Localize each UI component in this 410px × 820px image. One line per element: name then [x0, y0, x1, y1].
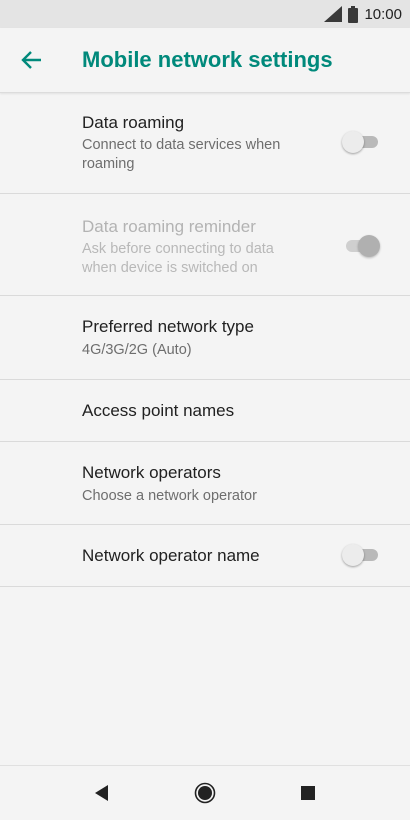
back-arrow-icon: [21, 51, 41, 69]
back-button[interactable]: [16, 44, 48, 76]
setting-title: Network operators: [82, 463, 221, 482]
nav-recents-button[interactable]: [295, 780, 321, 806]
page-title: Mobile network settings: [82, 47, 333, 72]
back-triangle-icon: [95, 785, 108, 801]
setting-title: Network operator name: [82, 546, 260, 565]
setting-summary: Ask before connecting to data when devic…: [82, 241, 274, 276]
setting-preferred-network-type[interactable]: Preferred network type 4G/3G/2G (Auto): [0, 296, 410, 380]
clock: 10:00: [364, 5, 402, 23]
setting-title: Data roaming reminder: [82, 217, 256, 236]
app-bar: Mobile network settings: [0, 28, 410, 93]
setting-access-point-names[interactable]: Access point names: [0, 380, 410, 442]
toggle-thumb: [358, 235, 380, 257]
setting-data-roaming[interactable]: Data roaming Connect to data services wh…: [0, 92, 410, 194]
nav-home-button[interactable]: [192, 780, 218, 806]
settings-list: Data roaming Connect to data services wh…: [0, 92, 410, 587]
data-roaming-toggle[interactable]: [342, 130, 380, 154]
toggle-thumb: [342, 131, 364, 153]
setting-title: Data roaming: [82, 113, 185, 132]
setting-title: Access point names: [82, 401, 235, 420]
setting-data-roaming-reminder: Data roaming reminder Ask before connect…: [0, 194, 410, 296]
toggle-thumb: [342, 544, 364, 566]
data-roaming-reminder-toggle: [342, 234, 380, 258]
battery-icon: [348, 5, 359, 23]
navigation-bar: [0, 765, 410, 820]
setting-summary: Choose a network operator: [82, 488, 257, 504]
signal-icon: [324, 6, 343, 22]
status-icons: 10:00: [324, 4, 402, 24]
setting-summary: 4G/3G/2G (Auto): [82, 342, 192, 358]
network-operator-name-toggle[interactable]: [342, 543, 380, 567]
nav-back-button[interactable]: [89, 780, 115, 806]
home-circle-icon: [194, 782, 216, 804]
setting-title: Preferred network type: [82, 317, 254, 336]
setting-network-operator-name[interactable]: Network operator name: [0, 525, 410, 587]
setting-summary: Connect to data services when roaming: [82, 137, 281, 172]
setting-network-operators[interactable]: Network operators Choose a network opera…: [0, 442, 410, 525]
recents-square-icon: [301, 786, 315, 800]
status-bar: 10:00: [0, 0, 410, 28]
